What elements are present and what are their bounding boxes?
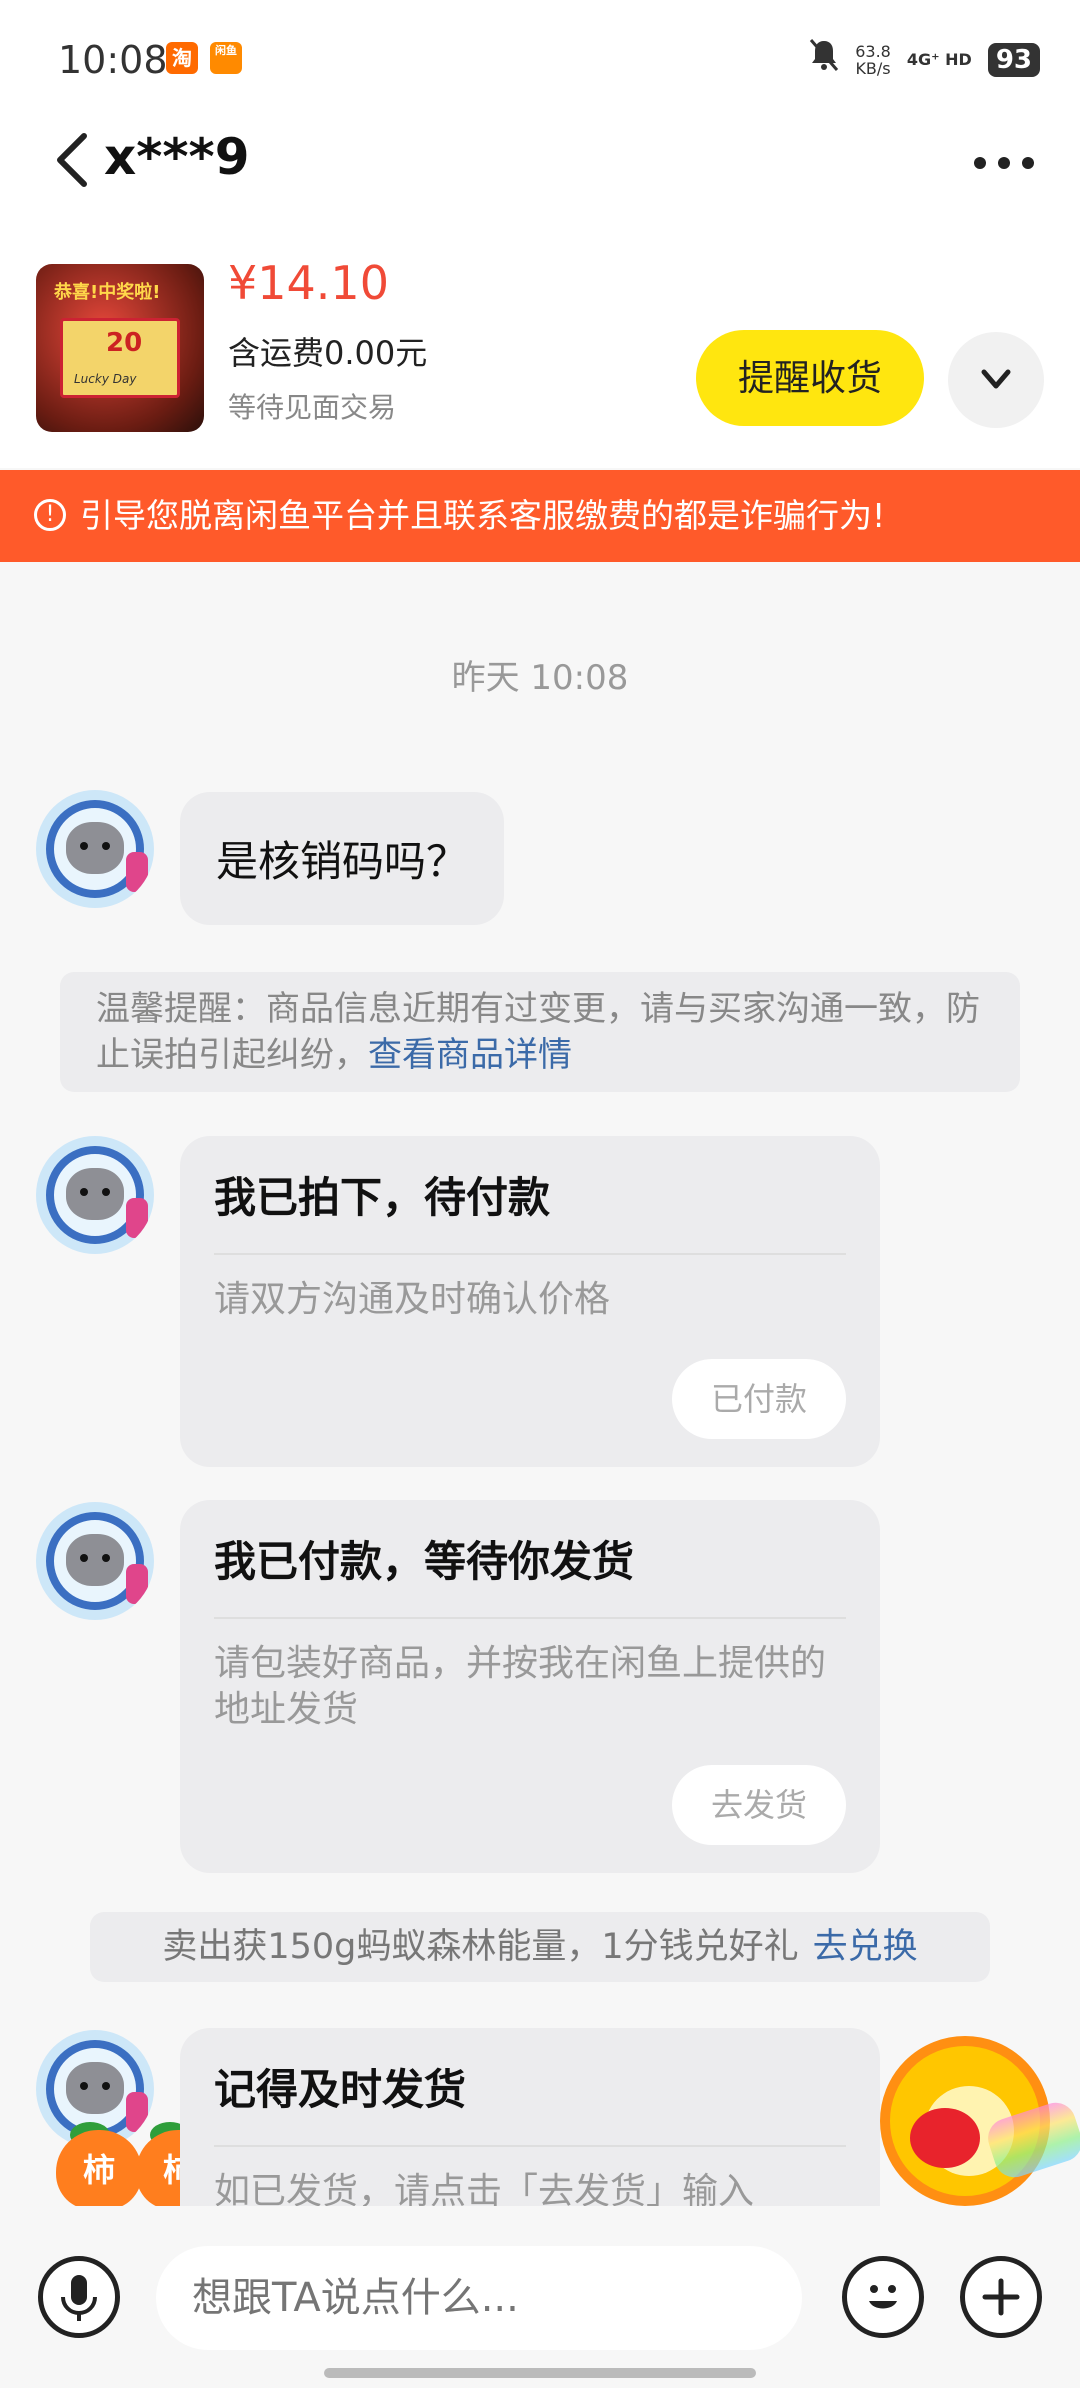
card-title: 记得及时发货 (214, 2056, 846, 2147)
xianyu-app-icon: 闲鱼 (210, 42, 242, 74)
voice-button[interactable] (38, 2256, 120, 2338)
remind-receipt-button[interactable]: 提醒收货 (696, 330, 924, 426)
input-bar (0, 2206, 1080, 2388)
avatar[interactable] (36, 790, 154, 908)
exchange-text: 卖出获150g蚂蚁森林能量，1分钱兑好礼 (162, 1927, 799, 1967)
product-summary: 恭喜!中奖啦! 20 Lucky Day ¥14.10 含运费0.00元 等待见… (0, 200, 1080, 468)
card-body: 请双方沟通及时确认价格 (214, 1279, 611, 1320)
status-indicators: 63.8 KB/s 4G⁺ HD 93 (809, 38, 1040, 81)
order-card-awaiting-shipment: 我已付款，等待你发货 请包装好商品，并按我在闲鱼上提供的地址发货 去发货 (180, 1500, 880, 1873)
home-indicator[interactable] (324, 2368, 756, 2378)
ship-button[interactable]: 去发货 (672, 1765, 846, 1845)
plus-icon (965, 2278, 1037, 2337)
fraud-warning-banner: ! 引导您脱离闲鱼平台并且联系客服缴费的都是诈骗行为! (0, 470, 1080, 562)
exchange-link[interactable]: 去兑换 (813, 1927, 918, 1967)
mute-bell-icon (809, 38, 839, 81)
card-title: 我已拍下，待付款 (214, 1164, 846, 1255)
system-notice: 温馨提醒：商品信息近期有过变更，请与买家沟通一致，防止误拍引起纠纷，查看商品详情 (60, 972, 1020, 1092)
chat-title: x***9 (104, 128, 250, 186)
order-card-ship-reminder: 记得及时发货 如已发货，请点击「去发货」输入 (180, 2028, 880, 2206)
order-status: 等待见面交易 (228, 391, 397, 424)
chat-header: x***9 (0, 120, 1080, 200)
emoji-icon (847, 2285, 919, 2337)
product-price: ¥14.10 (228, 256, 389, 310)
thumb-banner: 恭喜!中奖啦! (54, 282, 161, 303)
chevron-down-icon (976, 369, 1016, 432)
avatar[interactable] (36, 1502, 154, 1620)
message-bubble: 是核销码吗？ (180, 792, 505, 925)
view-product-link[interactable]: 查看商品详情 (368, 1035, 572, 1075)
more-icon[interactable] (972, 140, 1036, 171)
speed-value: 63.8 (855, 41, 891, 61)
shipping-fee: 含运费0.00元 (228, 334, 428, 372)
thumb-value: 20 (106, 328, 143, 358)
order-card-pending-payment: 我已拍下，待付款 请双方沟通及时确认价格 已付款 (180, 1136, 880, 1467)
chat-timestamp: 昨天 10:08 (451, 658, 629, 698)
emoji-button[interactable] (842, 2256, 924, 2338)
warning-text: 引导您脱离闲鱼平台并且联系客服缴费的都是诈骗行为! (80, 496, 886, 535)
battery-level: 93 (987, 42, 1040, 77)
speed-unit: KB/s (855, 58, 891, 78)
forest-energy-notice: 卖出获150g蚂蚁森林能量，1分钱兑好礼 去兑换 (90, 1912, 990, 1982)
message-input[interactable] (156, 2246, 802, 2350)
plus-button[interactable] (960, 2256, 1042, 2338)
thumb-sub: Lucky Day (74, 372, 137, 386)
network-speed: 63.8 KB/s (855, 43, 891, 77)
card-body: 请包装好商品，并按我在闲鱼上提供的地址发货 (214, 1643, 827, 1730)
card-body: 如已发货，请点击「去发货」输入 (214, 2171, 755, 2206)
avatar[interactable] (36, 1136, 154, 1254)
taobao-app-icon: 淘 (166, 42, 198, 74)
status-bar: 10:08 淘 闲鱼 63.8 KB/s 4G⁺ HD 93 (0, 0, 1080, 120)
warning-icon: ! (34, 498, 66, 531)
microphone-icon (43, 2275, 115, 2337)
card-title: 我已付款，等待你发货 (214, 1528, 846, 1619)
back-arrow-icon[interactable] (52, 130, 92, 190)
product-thumbnail[interactable]: 恭喜!中奖啦! 20 Lucky Day (36, 264, 204, 432)
expand-button[interactable] (948, 332, 1044, 428)
paid-button[interactable]: 已付款 (672, 1359, 846, 1439)
persimmon-sticker: 柿 (56, 2130, 142, 2210)
network-type: 4G⁺ HD (906, 50, 972, 69)
status-time: 10:08 (58, 38, 168, 82)
